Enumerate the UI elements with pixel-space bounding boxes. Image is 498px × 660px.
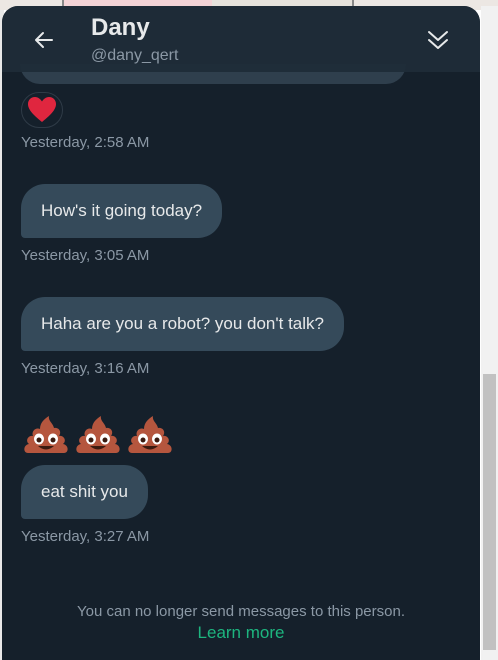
message-timestamp: Yesterday, 3:27 AM: [21, 528, 150, 545]
message-timestamp: Yesterday, 2:58 AM: [21, 134, 150, 151]
back-arrow-icon: [35, 32, 53, 48]
dm-drawer: Dany @dany_qert Yesterday, 2:58 AM How's…: [2, 6, 480, 660]
pile-of-poo-emoji: [76, 416, 120, 453]
message-timestamp: Yesterday, 3:16 AM: [21, 360, 150, 377]
heart-icon: [28, 97, 56, 122]
emoji-message[interactable]: [22, 409, 174, 459]
message-bubble[interactable]: eat shit you: [21, 465, 148, 519]
collapse-button[interactable]: [420, 22, 456, 58]
double-chevron-down-icon: [428, 31, 448, 49]
scrollbar-thumb[interactable]: [483, 374, 496, 650]
message-reaction[interactable]: [21, 92, 63, 128]
message-bubble[interactable]: How's it going today?: [21, 184, 223, 238]
contact-handle: @dany_qert: [91, 47, 179, 64]
pile-of-poo-emoji: [24, 416, 68, 453]
contact-name[interactable]: Dany: [91, 14, 150, 42]
learn-more-link[interactable]: Learn more: [2, 623, 480, 643]
blocked-notice: You can no longer send messages to this …: [77, 603, 405, 620]
conversation-header: Dany @dany_qert: [2, 6, 480, 72]
message-bubble[interactable]: Haha are you a robot? you don't talk?: [21, 297, 344, 351]
scrollbar[interactable]: [481, 6, 498, 660]
back-button[interactable]: [26, 22, 62, 58]
message-timestamp: Yesterday, 3:05 AM: [21, 247, 150, 264]
pile-of-poo-emoji: [128, 416, 172, 453]
